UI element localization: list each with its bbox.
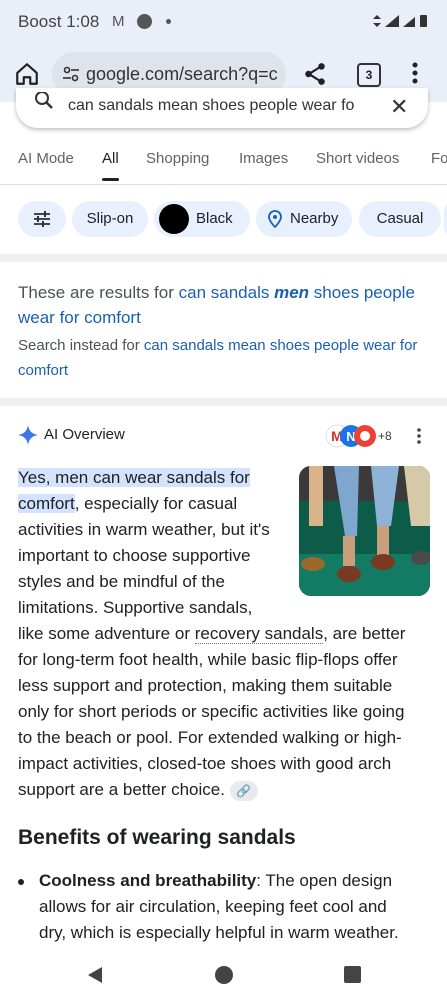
chip-nearby[interactable]: Nearby — [256, 201, 352, 237]
search-box[interactable]: can sandals mean shoes people wear fo ✕ — [16, 88, 428, 128]
chip-label: Nearby — [290, 210, 339, 227]
source-avatars[interactable]: M N — [325, 424, 377, 453]
benefits-heading: Benefits of wearing sandals — [18, 826, 296, 849]
sandals-photo[interactable] — [299, 466, 430, 596]
status-time: Boost 1:08 — [18, 12, 100, 31]
color-swatch-black — [159, 204, 189, 234]
chip-casual[interactable]: Casual — [359, 201, 441, 237]
gmail-icon: M — [112, 13, 125, 30]
search-icon — [32, 91, 56, 121]
notification-circle-icon — [137, 14, 152, 29]
search-tabs: AI Mode All Shopping Images Short videos… — [0, 140, 447, 185]
status-bar: Boost 1:08 M — [0, 0, 447, 46]
site-settings-icon[interactable] — [62, 65, 80, 88]
tab-all[interactable]: All — [102, 150, 119, 181]
more-notifications-icon — [166, 19, 171, 24]
tab-ai-mode[interactable]: AI Mode — [18, 150, 74, 167]
chip-label: Black — [196, 210, 233, 227]
home-nav-icon[interactable] — [214, 965, 234, 985]
results-notice: These are results for can sandals men sh… — [18, 283, 415, 327]
section-divider — [0, 398, 447, 406]
more-vert-icon[interactable] — [412, 61, 418, 90]
section-divider — [0, 254, 447, 262]
sparkle-icon — [18, 425, 38, 445]
system-icons — [371, 13, 431, 32]
chip-black[interactable]: Black — [154, 201, 250, 237]
ai-overview-menu-icon[interactable] — [416, 428, 422, 449]
tune-icon — [34, 211, 50, 227]
tab-switcher-button[interactable]: 3 — [357, 63, 381, 87]
chip-slip-on[interactable]: Slip-on — [72, 201, 148, 237]
tab-images[interactable]: Images — [239, 150, 288, 167]
tab-shopping[interactable]: Shopping — [146, 150, 209, 167]
citation-link-icon[interactable]: 🔗 — [229, 780, 258, 801]
bullet-dot — [18, 879, 24, 885]
recents-icon[interactable] — [344, 966, 361, 983]
location-pin-icon — [268, 210, 282, 228]
ai-overview-intro: Yes, men can wear sandals for comfort, e… — [18, 468, 250, 513]
more-sources-count: +8 — [378, 429, 392, 443]
tab-more[interactable]: Fo — [431, 150, 447, 167]
url-text: google.com/search?q=c — [86, 64, 278, 84]
ai-overview-title: AI Overview — [44, 425, 125, 443]
search-instead: Search instead for can sandals mean shoe… — [18, 337, 418, 379]
filter-chip[interactable] — [18, 201, 66, 237]
ai-overview-header: AI Overview — [18, 425, 125, 445]
ai-overview-continued: like some adventure or recovery sandals,… — [18, 624, 406, 801]
back-icon[interactable] — [86, 966, 104, 984]
list-item: Coolness and breathability: The open des… — [18, 868, 430, 946]
ai-overview-lines: activities in warm weather, but it's imp… — [18, 520, 270, 617]
search-query[interactable]: can sandals mean shoes people wear fo — [68, 97, 368, 115]
system-nav-bar — [0, 950, 447, 1000]
home-icon[interactable] — [14, 61, 40, 87]
clear-icon[interactable]: ✕ — [390, 94, 408, 120]
tab-short-videos[interactable]: Short videos — [316, 150, 399, 167]
recovery-sandals-link[interactable]: recovery sandals — [194, 624, 324, 644]
